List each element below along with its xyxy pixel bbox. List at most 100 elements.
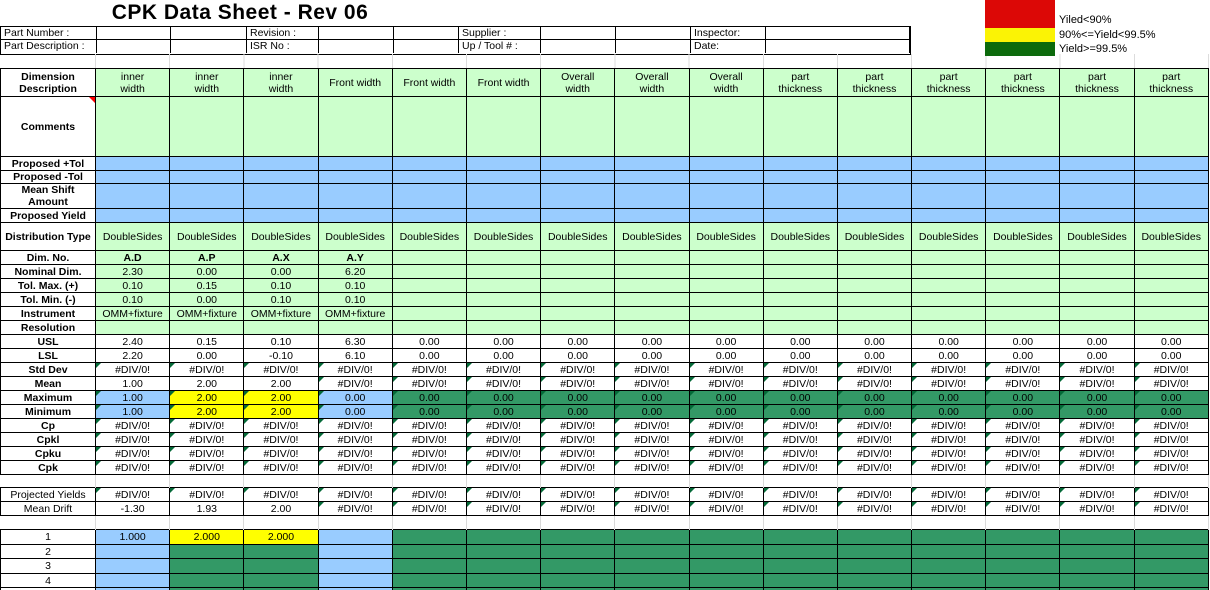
- cell-r4-c5[interactable]: [392, 574, 466, 588]
- cell-p_tol_minus-c6[interactable]: [466, 171, 540, 184]
- cell-nominal-c9[interactable]: [689, 265, 763, 279]
- cell-r3-c6[interactable]: [466, 559, 540, 574]
- cell-r3-c1[interactable]: [96, 559, 170, 574]
- cell-mean_drift-c5[interactable]: #DIV/0!: [392, 502, 466, 516]
- cell-minimum-c10[interactable]: 0.00: [763, 405, 837, 419]
- cell-p_tol_plus-c4[interactable]: [318, 157, 392, 171]
- cell-r1-c15[interactable]: [1134, 530, 1208, 545]
- cell-r2-c2[interactable]: [170, 545, 244, 559]
- cell-tol_min-c9[interactable]: [689, 293, 763, 307]
- cell-maximum-c14[interactable]: 0.00: [1060, 391, 1134, 405]
- cell-p_tol_minus-c10[interactable]: [763, 171, 837, 184]
- cell-mean-c15[interactable]: #DIV/0!: [1134, 377, 1208, 391]
- cell-tol_min-c14[interactable]: [1060, 293, 1134, 307]
- cell-p_tol_plus-c11[interactable]: [837, 157, 911, 171]
- cell-p_tol_minus-c15[interactable]: [1134, 171, 1208, 184]
- cell-maximum-c2[interactable]: 2.00: [170, 391, 244, 405]
- cell-mean_drift-c10[interactable]: #DIV/0!: [763, 502, 837, 516]
- cell-r4-c7[interactable]: [541, 574, 615, 588]
- cell-cp-c14[interactable]: #DIV/0!: [1060, 419, 1134, 433]
- cell-tol_min-c8[interactable]: [615, 293, 689, 307]
- cell-r3-c4[interactable]: [318, 559, 392, 574]
- cell-r3-c7[interactable]: [541, 559, 615, 574]
- cell-r4-c1[interactable]: [96, 574, 170, 588]
- cell-projected_yields-c9[interactable]: #DIV/0!: [689, 488, 763, 502]
- cell-minimum-c7[interactable]: 0.00: [541, 405, 615, 419]
- cell-mean-c1[interactable]: 1.00: [96, 377, 170, 391]
- cell-mean_shift-c7[interactable]: [541, 184, 615, 209]
- cell-lsl-c4[interactable]: 6.10: [318, 349, 392, 363]
- cell-cpk-c14[interactable]: #DIV/0!: [1060, 461, 1134, 475]
- cell-usl-c13[interactable]: 0.00: [986, 335, 1060, 349]
- cell-projected_yields-c2[interactable]: #DIV/0!: [170, 488, 244, 502]
- cell-std_dev-c13[interactable]: #DIV/0!: [986, 363, 1060, 377]
- cell-header-c2[interactable]: inner width: [170, 69, 244, 97]
- row-label-r2[interactable]: 2: [1, 545, 96, 559]
- cell-p_tol_plus-c3[interactable]: [244, 157, 318, 171]
- cell-std_dev-c14[interactable]: #DIV/0!: [1060, 363, 1134, 377]
- cell-r3-c9[interactable]: [689, 559, 763, 574]
- cell-dim_no-c7[interactable]: [541, 251, 615, 265]
- cell-instrument-c11[interactable]: [837, 307, 911, 321]
- cell-cpkl-c7[interactable]: #DIV/0!: [541, 433, 615, 447]
- cell-dist_type-c13[interactable]: DoubleSides: [986, 223, 1060, 251]
- cell-maximum-c7[interactable]: 0.00: [541, 391, 615, 405]
- cell-r2-c12[interactable]: [912, 545, 986, 559]
- cell-cpk-c6[interactable]: #DIV/0!: [466, 461, 540, 475]
- cell-header-c6[interactable]: Front width: [466, 69, 540, 97]
- cell-r2-c1[interactable]: [96, 545, 170, 559]
- cell-cpkl-c13[interactable]: #DIV/0!: [986, 433, 1060, 447]
- cell-p_tol_minus-c2[interactable]: [170, 171, 244, 184]
- cell-p_tol_plus-c6[interactable]: [466, 157, 540, 171]
- cell-dim_no-c13[interactable]: [986, 251, 1060, 265]
- cell-r2-c3[interactable]: [244, 545, 318, 559]
- cell-p_yield-c7[interactable]: [541, 209, 615, 223]
- cell-cp-c6[interactable]: #DIV/0!: [466, 419, 540, 433]
- cell-cpku-c6[interactable]: #DIV/0!: [466, 447, 540, 461]
- cell-maximum-c13[interactable]: 0.00: [986, 391, 1060, 405]
- cell-tol_min-c1[interactable]: 0.10: [96, 293, 170, 307]
- cell-cp-c3[interactable]: #DIV/0!: [244, 419, 318, 433]
- cell-p_tol_minus-c8[interactable]: [615, 171, 689, 184]
- cell-cpk-c12[interactable]: #DIV/0!: [912, 461, 986, 475]
- cell-p_yield-c8[interactable]: [615, 209, 689, 223]
- cell-mean-c4[interactable]: #DIV/0!: [318, 377, 392, 391]
- row-label-projected_yields[interactable]: Projected Yields: [1, 488, 96, 502]
- cell-resolution-c14[interactable]: [1060, 321, 1134, 335]
- cell-nominal-c1[interactable]: 2.30: [96, 265, 170, 279]
- cell-p_yield-c1[interactable]: [96, 209, 170, 223]
- cell-nominal-c13[interactable]: [986, 265, 1060, 279]
- cell-p_tol_plus-c10[interactable]: [763, 157, 837, 171]
- cell-instrument-c9[interactable]: [689, 307, 763, 321]
- cell-r3-c2[interactable]: [170, 559, 244, 574]
- cell-cpkl-c4[interactable]: #DIV/0!: [318, 433, 392, 447]
- cell-cpkl-c9[interactable]: #DIV/0!: [689, 433, 763, 447]
- row-label-tol_max[interactable]: Tol. Max. (+): [1, 279, 96, 293]
- cell-r4-c6[interactable]: [466, 574, 540, 588]
- cell-tol_max-c2[interactable]: 0.15: [170, 279, 244, 293]
- cell-projected_yields-c7[interactable]: #DIV/0!: [541, 488, 615, 502]
- cell-r3-c11[interactable]: [837, 559, 911, 574]
- cell-usl-c14[interactable]: 0.00: [1060, 335, 1134, 349]
- cell-p_tol_plus-c7[interactable]: [541, 157, 615, 171]
- cell-usl-c8[interactable]: 0.00: [615, 335, 689, 349]
- cell-lsl-c13[interactable]: 0.00: [986, 349, 1060, 363]
- cell-mean-c5[interactable]: #DIV/0!: [392, 377, 466, 391]
- cell-nominal-c3[interactable]: 0.00: [244, 265, 318, 279]
- cell-header-c3[interactable]: inner width: [244, 69, 318, 97]
- cell-r3-c10[interactable]: [763, 559, 837, 574]
- cell-cpku-c2[interactable]: #DIV/0!: [170, 447, 244, 461]
- cell-minimum-c8[interactable]: 0.00: [615, 405, 689, 419]
- cell-cpkl-c15[interactable]: #DIV/0!: [1134, 433, 1208, 447]
- cell-lsl-c8[interactable]: 0.00: [615, 349, 689, 363]
- cell-minimum-c12[interactable]: 0.00: [912, 405, 986, 419]
- cell-lsl-c1[interactable]: 2.20: [96, 349, 170, 363]
- cell-cpku-c14[interactable]: #DIV/0!: [1060, 447, 1134, 461]
- cell-mean-c10[interactable]: #DIV/0!: [763, 377, 837, 391]
- cell-mean_drift-c7[interactable]: #DIV/0!: [541, 502, 615, 516]
- cell-mean_drift-c11[interactable]: #DIV/0!: [837, 502, 911, 516]
- cell-dist_type-c5[interactable]: DoubleSides: [392, 223, 466, 251]
- cell-tol_min-c2[interactable]: 0.00: [170, 293, 244, 307]
- cell-tol_max-c1[interactable]: 0.10: [96, 279, 170, 293]
- cell-cpk-c11[interactable]: #DIV/0!: [837, 461, 911, 475]
